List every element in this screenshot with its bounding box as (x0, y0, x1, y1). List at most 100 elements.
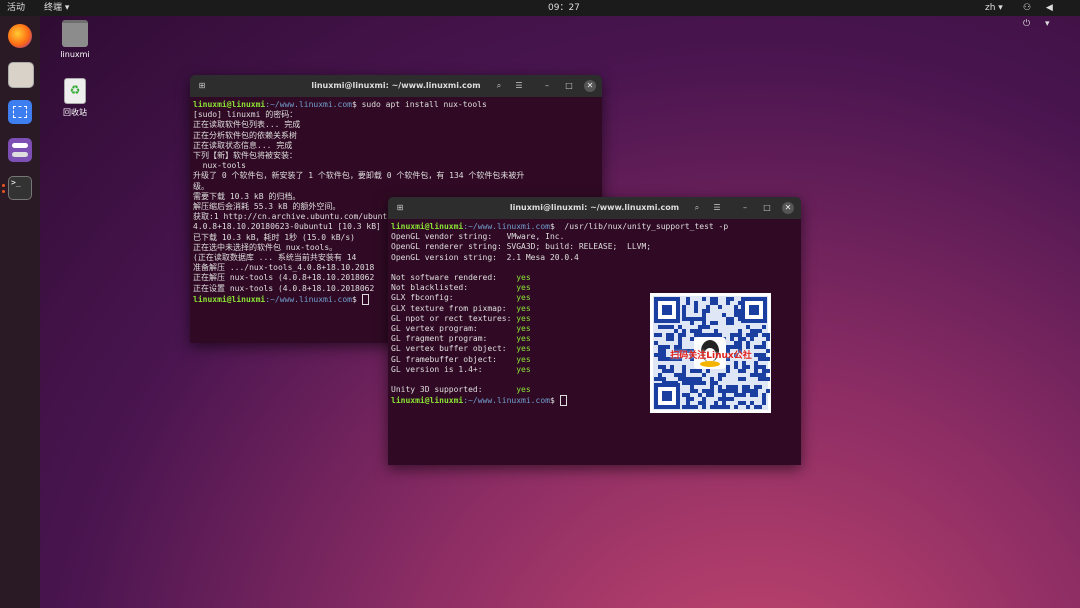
qr-module (686, 301, 690, 305)
output-text: 正在读取状态信息... 完成 (193, 140, 293, 150)
qr-module (734, 305, 738, 309)
qr-module (734, 365, 738, 369)
qr-module (694, 317, 698, 321)
menu-icon[interactable]: ☰ (512, 80, 526, 92)
qr-module (718, 385, 722, 389)
qr-module (754, 353, 758, 357)
qr-module (718, 397, 722, 401)
qr-module (678, 341, 682, 345)
screenshot-icon[interactable] (8, 100, 32, 124)
qr-module (702, 317, 706, 321)
qr-module (734, 309, 738, 313)
terminal-line: Not blacklisted: yes (391, 283, 801, 293)
activities-button[interactable]: 活动 (7, 0, 25, 16)
qr-module (686, 397, 690, 401)
qr-module (734, 341, 738, 345)
maximize-icon[interactable]: □ (760, 202, 774, 214)
system-menu[interactable]: ⚇ ◀ ⏻ ▾ (1023, 0, 1080, 32)
output-text: 正在选中未选择的软件包 nux-tools。 (193, 242, 338, 252)
qr-code-image: 扫码关注Linux公社 (650, 293, 771, 413)
output-text: GLX texture from pixmap: (391, 303, 517, 313)
search-icon[interactable]: ⌕ (492, 80, 506, 92)
qr-module (658, 333, 662, 337)
qr-module (690, 405, 694, 409)
qr-module (710, 393, 714, 397)
desktop-icon-trash[interactable]: ♻ 回收站 (50, 78, 100, 118)
qr-module (750, 337, 754, 341)
qr-module (710, 333, 714, 337)
qr-module (754, 333, 758, 337)
title-bar[interactable]: ⊞ linuxmi@linuxmi: ~/www.linuxmi.com ⌕ ☰… (190, 75, 602, 97)
files-icon[interactable] (8, 62, 34, 88)
maximize-icon[interactable]: □ (562, 80, 576, 92)
title-bar[interactable]: ⊞ linuxmi@linuxmi: ~/www.linuxmi.com ⌕ ☰… (388, 197, 801, 219)
qr-module (730, 317, 734, 321)
qr-module (710, 405, 714, 409)
output-text: 级。 (193, 181, 209, 191)
input-language-menu[interactable]: zh ▾ (985, 0, 1003, 16)
qr-module (722, 393, 726, 397)
qr-module (710, 297, 714, 301)
desktop-icon-home[interactable]: linuxmi (50, 20, 100, 59)
output-text: Not software rendered: (391, 273, 517, 283)
qr-module (762, 345, 766, 349)
qr-module (686, 377, 690, 381)
desktop-icon-label: linuxmi (60, 50, 90, 59)
qr-module (754, 365, 758, 369)
firefox-icon[interactable] (8, 24, 32, 48)
qr-module (710, 301, 714, 305)
qr-module (702, 381, 706, 385)
qr-module (738, 333, 742, 337)
qr-module (742, 377, 746, 381)
dock: >_ (0, 16, 40, 608)
terminal-icon[interactable]: >_ (8, 176, 32, 200)
qr-module (738, 337, 742, 341)
minimize-icon[interactable]: – (540, 80, 554, 92)
qr-module (726, 301, 730, 305)
menu-icon[interactable]: ☰ (710, 202, 724, 214)
qr-module (726, 297, 730, 301)
status-value: yes (516, 303, 531, 313)
qr-module (726, 405, 730, 409)
qr-module (702, 325, 706, 329)
app-menu[interactable]: 终端 ▾ (44, 0, 69, 16)
search-icon[interactable]: ⌕ (690, 202, 704, 214)
qr-module (694, 405, 698, 409)
text-cursor (361, 293, 369, 305)
qr-module (730, 321, 734, 325)
close-icon[interactable]: ✕ (584, 80, 596, 92)
desktop-icon-label: 回收站 (63, 108, 87, 117)
qr-module (690, 321, 694, 325)
qr-module (758, 365, 762, 369)
close-icon[interactable]: ✕ (782, 202, 794, 214)
qr-module (754, 345, 758, 349)
qr-module (694, 333, 698, 337)
output-text: Not blacklisted: (391, 283, 517, 293)
running-indicator (2, 184, 5, 187)
qr-module (766, 349, 770, 353)
qr-module (710, 389, 714, 393)
qr-module (742, 365, 746, 369)
qr-module (718, 389, 722, 393)
qr-module (666, 337, 670, 341)
qr-module (682, 309, 686, 313)
qr-module (758, 405, 762, 409)
qr-module (746, 333, 750, 337)
qr-module (730, 385, 734, 389)
qr-module (670, 325, 674, 329)
qr-module (690, 389, 694, 393)
qr-module (754, 369, 758, 373)
qr-module (766, 333, 770, 337)
qr-module (694, 377, 698, 381)
qr-module (754, 389, 758, 393)
terminal-line: 升级了 0 个软件包，新安装了 1 个软件包，要卸载 0 个软件包，有 134 … (193, 171, 602, 181)
minimize-icon[interactable]: – (738, 202, 752, 214)
qr-module (750, 373, 754, 377)
settings-icon[interactable] (8, 138, 32, 162)
output-text: GL version is 1.4+: (391, 364, 517, 374)
qr-module (722, 397, 726, 401)
terminal-line: linuxmi@linuxmi:~/www.linuxmi.com$ /usr/… (391, 222, 801, 232)
qr-module (698, 333, 702, 337)
qr-module (726, 317, 730, 321)
clock[interactable]: 09：27 (548, 0, 580, 16)
